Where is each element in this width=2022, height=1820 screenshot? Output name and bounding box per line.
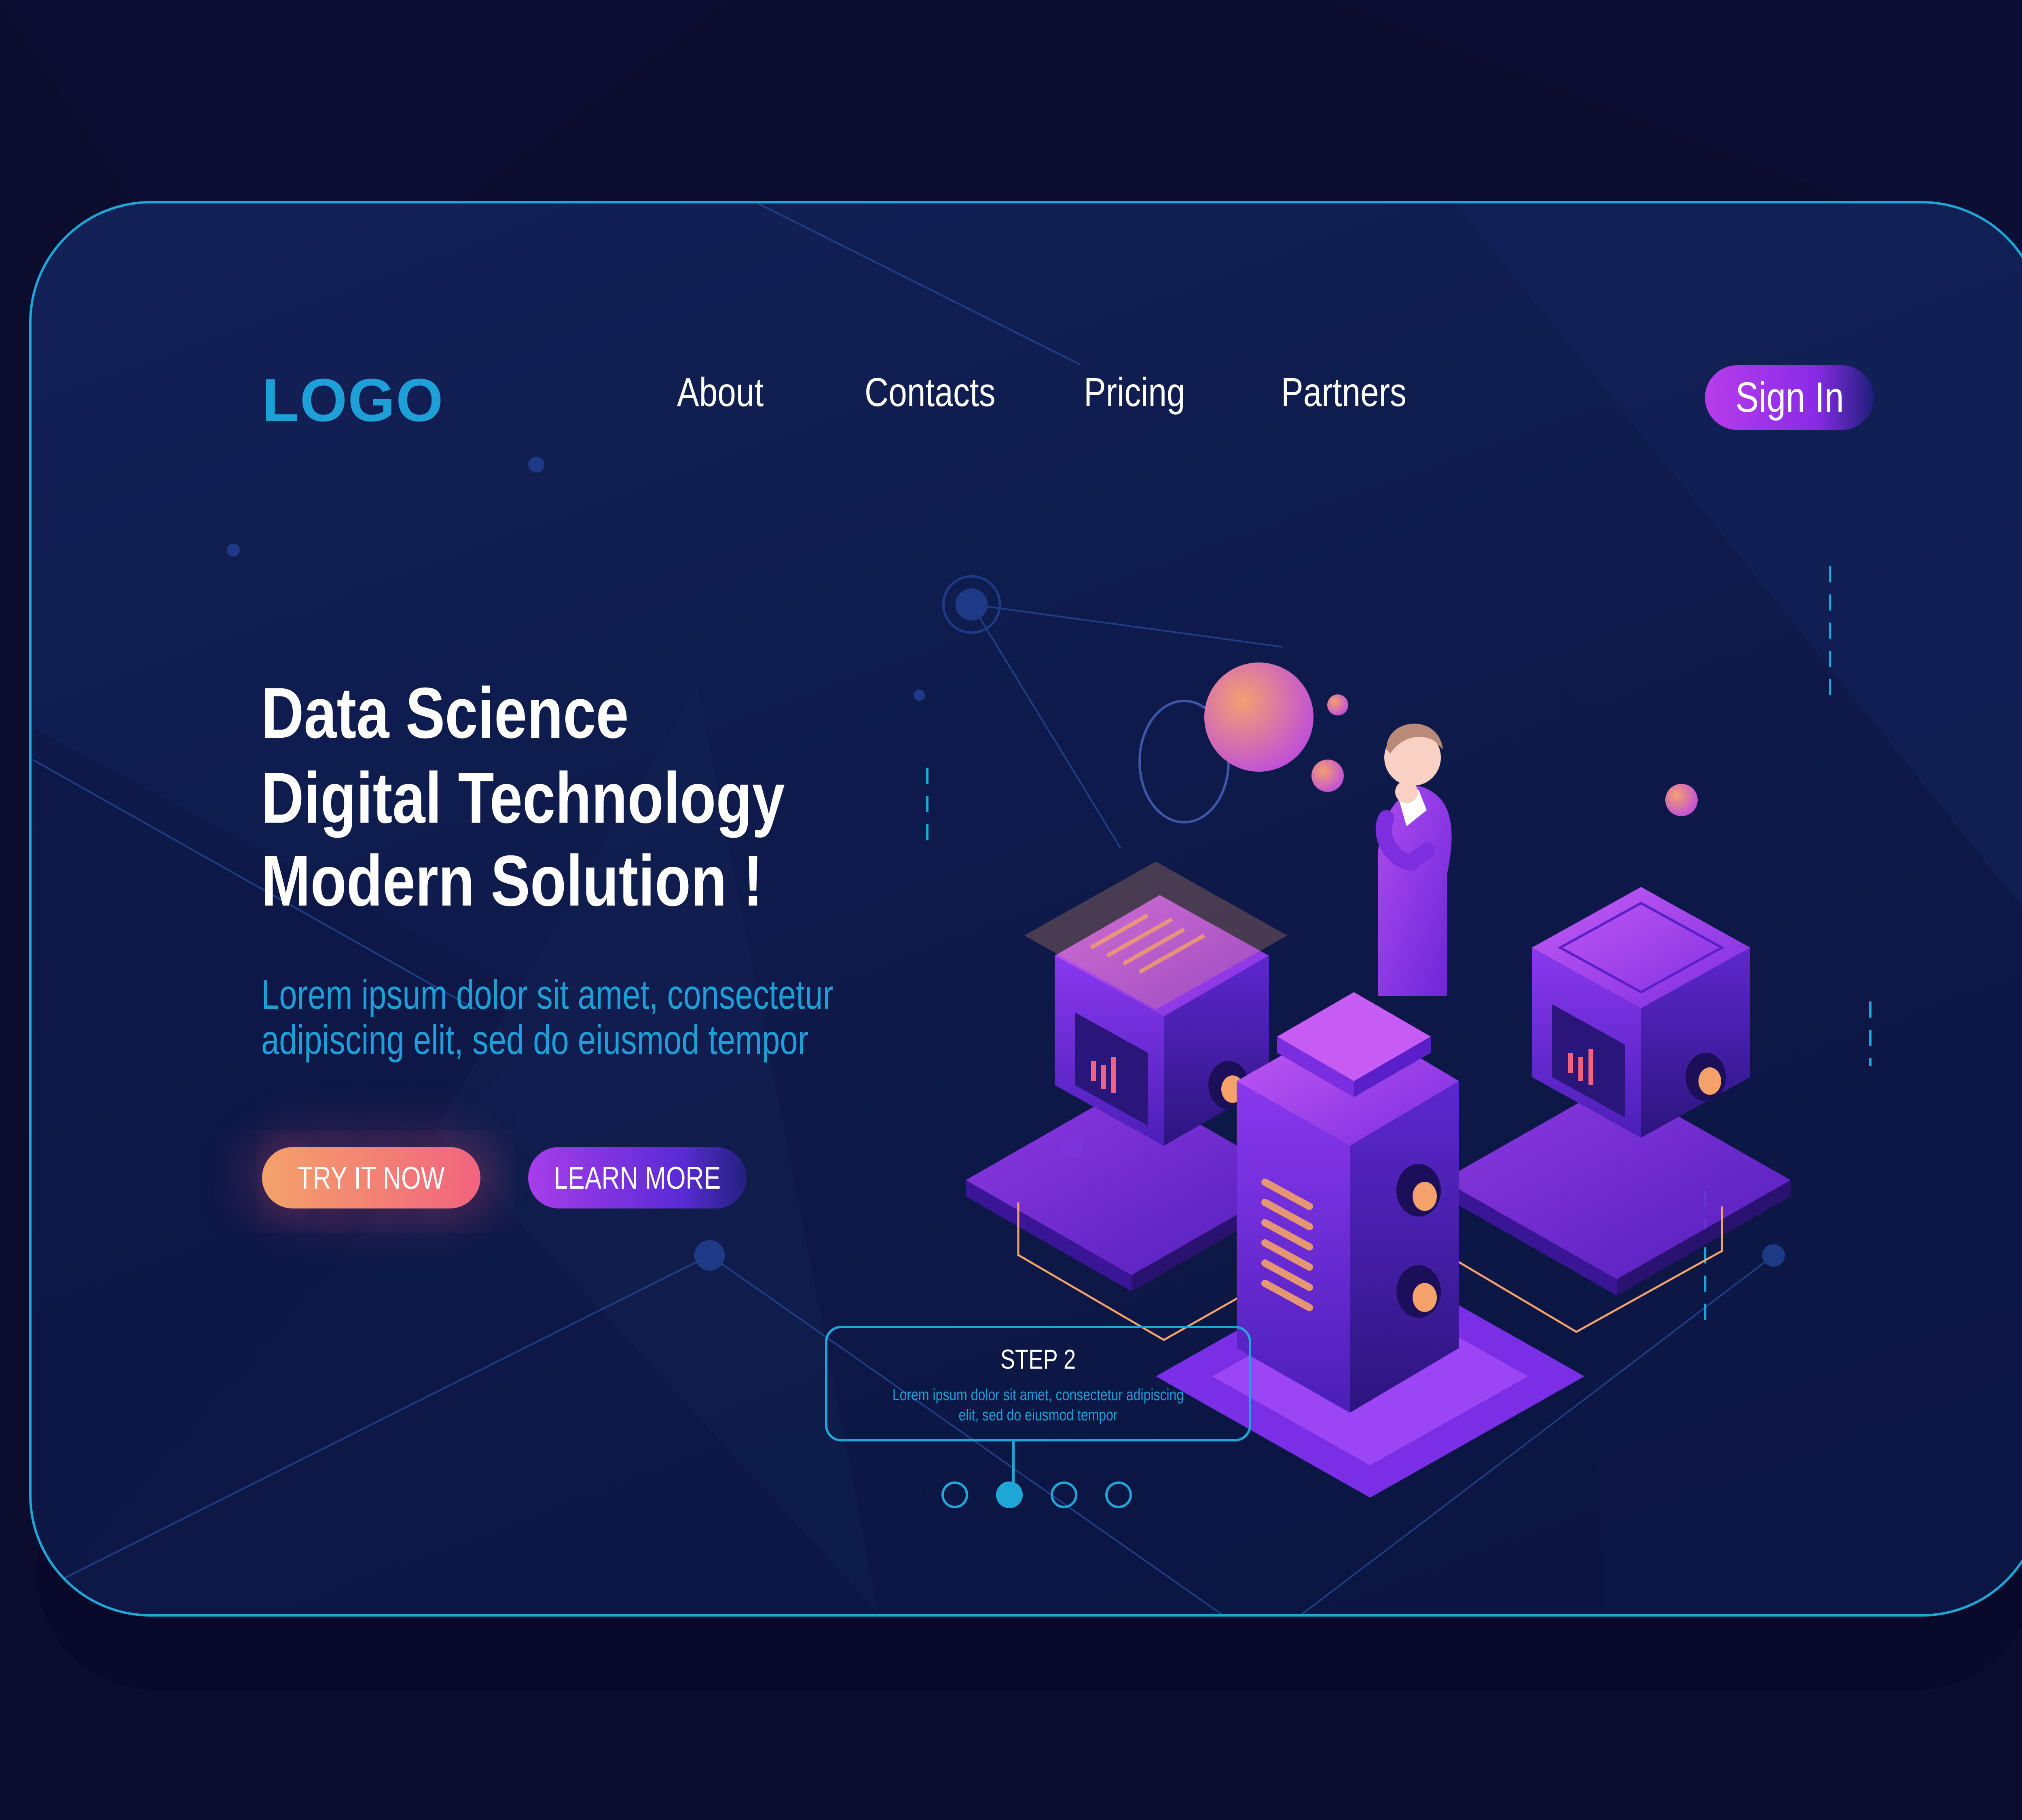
step-title: STEP 2 (1000, 1344, 1076, 1375)
sign-in-button[interactable]: Sign In (1705, 365, 1874, 430)
logo[interactable]: LOGO (262, 365, 444, 435)
nav-about[interactable]: About (677, 369, 764, 416)
step-description: Lorem ipsum dolor sit amet, consectetur … (892, 1386, 1184, 1424)
learn-more-label: LEARN MORE (554, 1160, 721, 1196)
pagination-dot-2-active[interactable] (996, 1481, 1023, 1508)
pagination-dot-1[interactable] (941, 1481, 968, 1508)
pagination-dot-3[interactable] (1051, 1481, 1077, 1508)
hero-headline-line-1: Data Science (261, 673, 629, 753)
nav-contacts[interactable]: Contacts (865, 369, 996, 416)
hero-lead-line-2: adipiscing elit, sed do eiusmod tempor (261, 1017, 809, 1063)
pagination-dot-4[interactable] (1105, 1481, 1132, 1508)
step-info-box: STEP 2 Lorem ipsum dolor sit amet, conse… (825, 1326, 1251, 1441)
hero-headline-line-3: Modern Solution ! (261, 840, 763, 921)
learn-more-button[interactable]: LEARN MORE (528, 1147, 747, 1208)
nav-pricing[interactable]: Pricing (1084, 369, 1185, 416)
step-connector (1012, 1441, 1015, 1486)
try-it-now-label: TRY IT NOW (297, 1160, 445, 1196)
nav-partners[interactable]: Partners (1281, 369, 1407, 416)
hero-headline-line-2: Digital Technology (261, 758, 785, 838)
hero-lead-line-1: Lorem ipsum dolor sit amet, consectetur (261, 971, 833, 1018)
try-it-now-button[interactable]: TRY IT NOW (262, 1147, 480, 1208)
landing-page-card: LOGO About Contacts Pricing Partners Sig… (29, 201, 2022, 1617)
sign-in-label: Sign In (1735, 374, 1844, 421)
